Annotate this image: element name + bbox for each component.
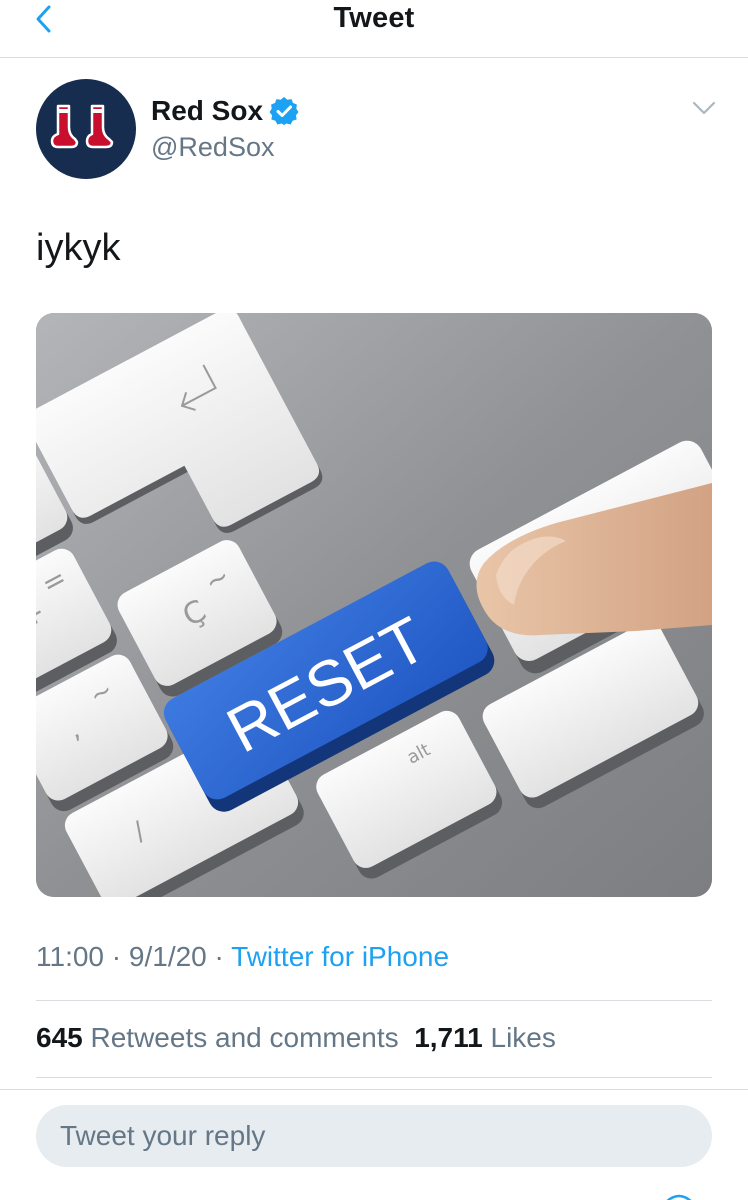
likes-count[interactable]: 1,711 [414,1022,483,1053]
tweet-time: 11:00 [36,941,104,972]
reply-box[interactable] [36,1105,712,1167]
divider [36,1077,712,1078]
tweet-text: iykyk [36,227,121,269]
author-handle[interactable]: @RedSox [151,132,274,163]
likes-label[interactable]: Likes [491,1022,556,1053]
author-name[interactable]: Red Sox [151,95,263,127]
author-name-row[interactable]: Red Sox [151,95,299,127]
compose-button-edge[interactable] [664,1190,694,1200]
tweet-source-link[interactable]: Twitter for iPhone [231,941,449,972]
reply-input[interactable] [36,1105,712,1167]
reset-key-image: + = Ç ~ , ~ / RESET alt [36,313,712,897]
tweet-media[interactable]: + = Ç ~ , ~ / RESET alt [36,313,712,897]
nav-bar: Tweet [0,0,748,58]
meta-separator: · [111,941,122,972]
tweet-stats: 645 Retweets and comments 1,711 Likes [36,1022,556,1054]
red-sox-logo-icon [50,104,114,149]
divider [0,1089,748,1090]
retweets-label[interactable]: Retweets and comments [91,1022,399,1053]
tweet-date: 9/1/20 [128,941,207,972]
page-title: Tweet [333,2,415,34]
retweets-count[interactable]: 645 [36,1022,83,1053]
meta-separator: · [214,941,224,972]
chevron-down-icon[interactable] [690,98,718,118]
avatar[interactable] [36,79,136,179]
divider [36,1000,712,1001]
verified-badge-icon [269,97,299,125]
tweet-meta: 11:00 · 9/1/20 · Twitter for iPhone [36,941,449,973]
